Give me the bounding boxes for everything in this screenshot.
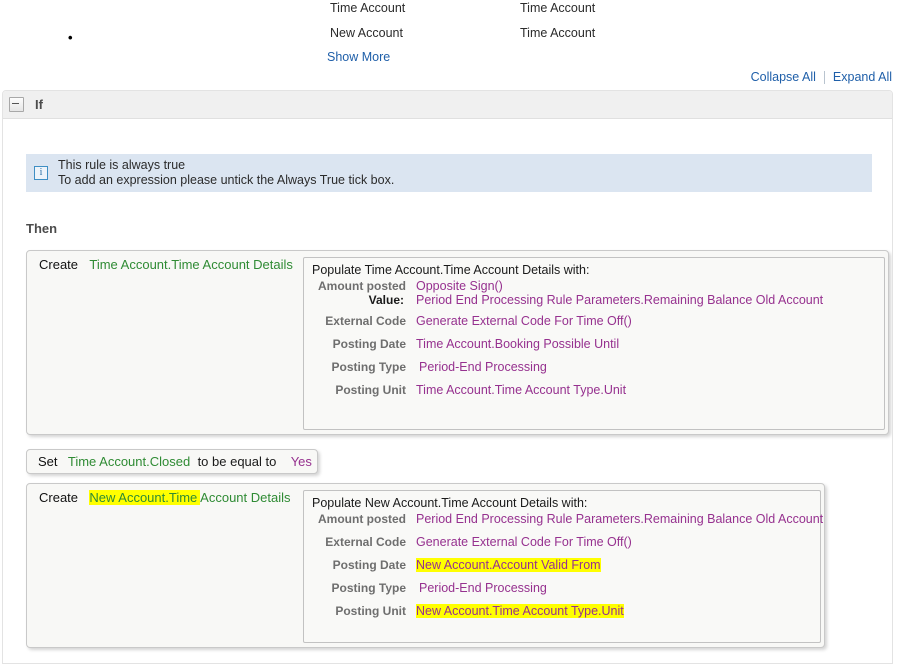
field-row[interactable]: Posting Unit New Account.Time Account Ty… [312,604,812,618]
field-label: Amount posted [318,512,406,526]
toolbar-divider [823,70,825,84]
expand-collapse-toolbar: Collapse All Expand All [751,70,892,84]
set-target-reference[interactable]: Time Account.Closed [68,454,190,469]
info-banner-text: This rule is always true To add an expre… [58,158,394,188]
populate-panel-title: Populate Time Account.Time Account Detai… [312,263,590,277]
field-row[interactable]: Amount posted Opposite Sign() [312,279,876,293]
set-operator: to be equal to [197,454,277,469]
field-value[interactable]: Generate External Code For Time Off() [416,314,632,328]
row-spacer [312,549,812,558]
row-spacer [312,351,876,360]
field-value[interactable]: New Account.Time Account Type.Unit [416,604,624,618]
field-row[interactable]: Amount posted Period End Processing Rule… [312,512,823,526]
row-spacer [312,595,812,604]
field-value[interactable]: Period-End Processing [416,581,547,595]
action-target-highlighted-part: New Account.Time [89,490,201,505]
if-section-title: If [35,97,43,112]
always-true-info-banner: i This rule is always true To add an exp… [26,154,872,192]
collapse-all-link[interactable]: Collapse All [751,70,816,84]
field-row[interactable]: Posting Date Time Account.Booking Possib… [312,337,876,351]
field-sub-row[interactable]: Value: Period End Processing Rule Parame… [312,293,876,307]
action-keyword: Create [39,490,79,505]
action-target-reference[interactable]: New Account.Time Account Details [89,490,291,505]
action-summary-left: Create Time Account.Time Account Details [27,251,299,434]
reference-cell-right-2: Time Account [520,26,596,40]
field-row[interactable]: Posting Unit Time Account.Time Account T… [312,383,876,397]
set-keyword: Set [38,454,58,469]
action-block-set-closed[interactable]: Set Time Account.Closed to be equal to Y… [26,449,318,474]
reference-cell-left-1: Time Account [330,1,406,15]
field-value[interactable]: Period-End Processing [416,360,547,374]
field-row[interactable]: External Code Generate External Code For… [312,535,812,549]
if-section-header[interactable]: If [3,91,892,119]
field-value[interactable]: Time Account.Booking Possible Until [416,337,619,351]
row-spacer [312,374,876,383]
info-banner-line-1: This rule is always true [58,158,186,172]
set-action-line: Set Time Account.Closed to be equal to Y… [38,454,312,469]
minus-icon[interactable] [9,97,24,112]
field-value[interactable]: Opposite Sign() [416,279,503,293]
reference-cell-right-1: Time Account [520,1,596,15]
field-row[interactable]: Posting Date New Account.Account Valid F… [312,558,812,572]
then-section-title: Then [26,221,58,236]
action-target-rest: Account Details [200,490,291,505]
field-value[interactable]: New Account.Account Valid From [416,558,601,572]
show-more-link[interactable]: Show More [327,50,390,64]
rule-editor-panel: If i This rule is always true To add an … [2,90,893,664]
field-label: Posting Date [332,558,406,572]
row-spacer [312,328,876,337]
info-banner-line-2: To add an expression please untick the A… [58,173,395,187]
action-target-reference[interactable]: Time Account.Time Account Details [89,257,293,272]
field-value[interactable]: Time Account.Time Account Type.Unit [416,383,626,397]
action-block-create-time-account[interactable]: Create Time Account.Time Account Details… [26,250,889,435]
field-label: External Code [325,314,406,328]
field-label: Amount posted [318,279,406,293]
action-summary-left: Create New Account.Time Account Details [27,484,299,647]
row-spacer [312,307,876,314]
info-icon: i [34,166,48,180]
populate-panel-2: Populate New Account.Time Account Detail… [303,490,823,643]
expand-all-link[interactable]: Expand All [833,70,892,84]
populate-panel-1: Populate Time Account.Time Account Detai… [303,257,885,430]
populate-panel-title: Populate New Account.Time Account Detail… [312,496,588,510]
set-value[interactable]: Yes [291,454,312,469]
reference-list-region: • Time Account Time Account New Account … [0,0,897,64]
field-value[interactable]: Generate External Code For Time Off() [416,535,632,549]
field-label: Posting Type [331,360,406,374]
field-sub-label: Value: [368,293,404,307]
field-label: Posting Type [331,581,406,595]
action-keyword: Create [39,257,79,272]
field-row[interactable]: External Code Generate External Code For… [312,314,876,328]
field-row[interactable]: Posting Type Period-End Processing [312,360,876,374]
bullet-marker: • [68,30,73,45]
field-row[interactable]: Posting Type Period-End Processing [312,581,812,595]
row-spacer [312,526,812,535]
reference-cell-left-2: New Account [330,26,403,40]
field-label: Posting Date [332,337,406,351]
field-label: Posting Unit [335,604,406,618]
field-label: Posting Unit [335,383,406,397]
field-sub-value[interactable]: Period End Processing Rule Parameters.Re… [416,293,823,307]
field-value[interactable]: Period End Processing Rule Parameters.Re… [416,512,823,526]
field-label: External Code [325,535,406,549]
row-spacer [312,572,812,581]
action-block-create-new-account[interactable]: Create New Account.Time Account Details … [26,483,825,648]
